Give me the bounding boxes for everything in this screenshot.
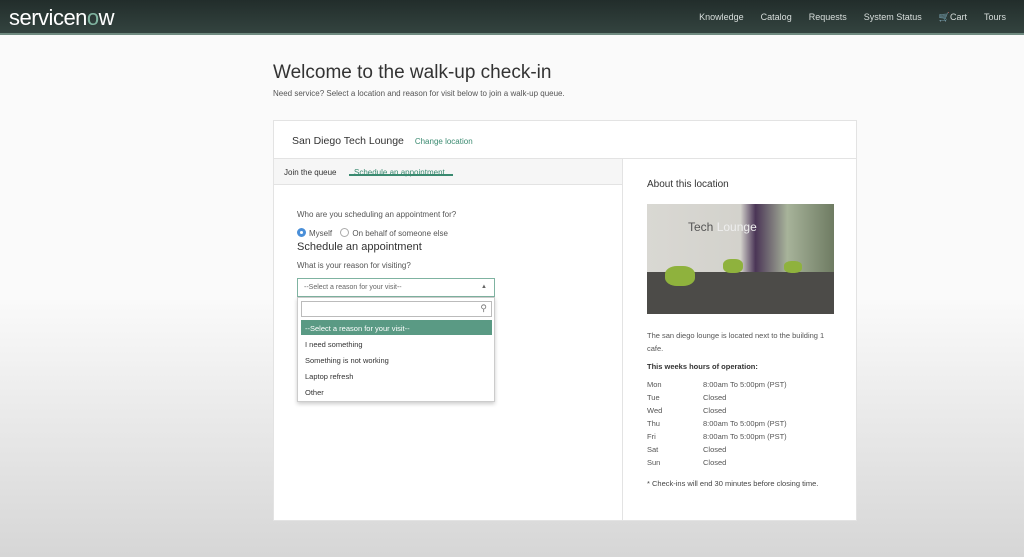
hours-table: Mon 8:00am To 5:00pm (PST) Tue Closed Wed C… — [647, 378, 787, 469]
nav-tours[interactable]: Tours — [984, 12, 1006, 23]
hours-title: This weeks hours of operation: — [647, 362, 758, 371]
checkin-card: San Diego Tech Lounge Change location Jo… — [273, 120, 857, 521]
top-navbar: servicenow Knowledge Catalog Requests Sy… — [0, 0, 1024, 35]
radio-myself[interactable] — [297, 228, 306, 237]
nav-requests[interactable]: Requests — [809, 12, 847, 23]
reason-label: What is your reason for visiting? — [297, 261, 411, 270]
nav-menu: Knowledge Catalog Requests System Status… — [699, 12, 1006, 23]
tab-schedule-appointment[interactable]: Schedule an appointment — [349, 159, 453, 177]
location-description: The san diego lounge is located next to … — [647, 331, 825, 353]
about-title: About this location — [647, 179, 729, 190]
section-title: Schedule an appointment — [297, 241, 422, 253]
dropdown-search-input[interactable]: ⚲ — [301, 301, 492, 317]
caret-up-icon: ▲ — [481, 284, 487, 290]
radio-label: Myself — [309, 229, 333, 238]
reason-dropdown: ⚲ --Select a reason for your visit-- I n… — [297, 297, 495, 402]
hours-row: Sun Closed — [647, 458, 727, 467]
dropdown-option[interactable]: --Select a reason for your visit-- — [301, 320, 492, 335]
hours-row: Sat Closed — [647, 445, 727, 454]
hours-row: Tue Closed — [647, 393, 727, 402]
radio-on-behalf[interactable] — [340, 228, 350, 237]
dropdown-option[interactable]: Something is not working — [301, 352, 492, 367]
logo-text: servicen — [9, 5, 87, 30]
nav-cart[interactable]: 🛒Cart — [939, 12, 967, 23]
tab-bar: Join the queue Schedule an appointment — [274, 159, 622, 185]
dropdown-option[interactable]: I need something — [301, 336, 492, 351]
reason-select[interactable]: --Select a reason for your visit-- ▲ — [297, 278, 495, 297]
about-panel: About this location Tech Lounge The san … — [624, 159, 857, 488]
hours-row: Fri 8:00am To 5:00pm (PST) — [647, 432, 787, 441]
logo-text: o — [86, 5, 99, 30]
logo-text: w — [98, 5, 115, 30]
search-icon: ⚲ — [480, 303, 487, 313]
tab-join-queue[interactable]: Join the queue — [284, 168, 337, 177]
page-subtitle: Need service? Select a location and reas… — [273, 89, 565, 98]
servicenow-logo[interactable]: servicenow — [9, 5, 115, 31]
dropdown-option[interactable]: Laptop refresh — [301, 368, 492, 383]
radio-label: On behalf of someone else — [352, 229, 448, 238]
location-name: San Diego Tech Lounge — [292, 135, 404, 147]
checkin-note: * Check-ins will end 30 minutes before c… — [647, 479, 819, 488]
form-panel: Join the queue Schedule an appointment W… — [274, 159, 623, 521]
nav-catalog[interactable]: Catalog — [761, 12, 792, 23]
nav-system-status[interactable]: System Status — [864, 12, 922, 23]
location-header: San Diego Tech Lounge Change location — [274, 121, 856, 159]
hours-row: Thu 8:00am To 5:00pm (PST) — [647, 419, 787, 428]
dropdown-option[interactable]: Other — [301, 384, 492, 399]
select-value: --Select a reason for your visit-- — [304, 284, 402, 291]
hours-row: Wed Closed — [647, 406, 727, 415]
nav-knowledge[interactable]: Knowledge — [699, 12, 744, 23]
page-title: Welcome to the walk-up check-in — [273, 62, 552, 83]
who-label: Who are you scheduling an appointment fo… — [297, 210, 457, 219]
change-location-link[interactable]: Change location — [415, 137, 473, 146]
location-photo: Tech Lounge — [647, 204, 834, 314]
hours-row: Mon 8:00am To 5:00pm (PST) — [647, 380, 787, 389]
radio-group: Myself On behalf of someone else — [297, 228, 448, 238]
